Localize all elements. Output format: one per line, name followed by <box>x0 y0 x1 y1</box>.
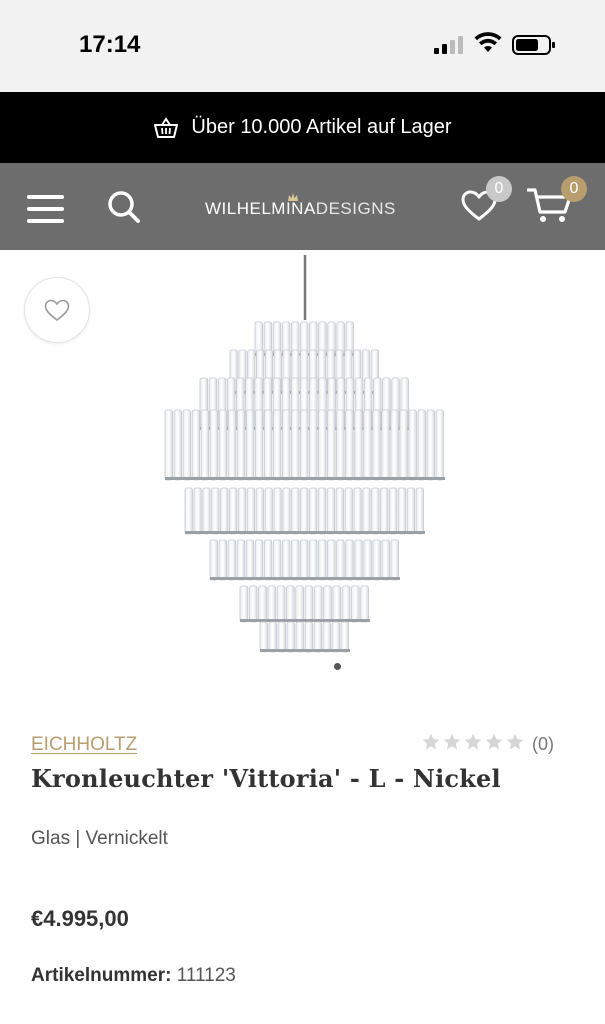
battery-icon <box>512 35 555 55</box>
star-icon <box>422 733 440 749</box>
product-material: Glas | Vernickelt <box>31 828 168 849</box>
search-icon[interactable] <box>107 190 141 224</box>
cart-count-badge: 0 <box>561 176 587 202</box>
wishlist-count-badge: 0 <box>486 176 512 202</box>
promo-banner: Über 10.000 Artikel auf Lager <box>0 92 605 163</box>
cellular-signal-icon <box>434 36 463 54</box>
basket-icon <box>154 116 179 138</box>
rating-stars[interactable]: (0) <box>421 733 554 755</box>
star-icon <box>443 733 461 749</box>
promo-text: Über 10.000 Artikel auf Lager <box>191 116 452 138</box>
site-logo[interactable]: WILHELMINADESIGNS <box>205 199 396 219</box>
rating-count: (0) <box>532 733 554 754</box>
product-sku: Artikelnummer: 111123 <box>31 965 236 987</box>
star-icon <box>485 733 503 749</box>
add-to-wishlist-button[interactable] <box>24 277 90 343</box>
logo-part1: WILHELMINA <box>205 199 316 218</box>
heart-outline-icon <box>44 299 70 321</box>
logo-part2: DESIGNS <box>315 199 396 218</box>
product-image[interactable] <box>135 250 475 670</box>
product-price: €4.995,00 <box>31 906 129 931</box>
status-time: 17:14 <box>79 31 141 58</box>
carousel-indicator[interactable] <box>334 663 341 670</box>
star-icon <box>464 733 482 749</box>
brand-link[interactable]: EICHHOLTZ <box>31 734 137 756</box>
wifi-icon <box>474 32 502 52</box>
menu-icon[interactable] <box>27 195 64 223</box>
sku-value: 111123 <box>176 965 236 986</box>
sku-label: Artikelnummer: <box>31 965 172 986</box>
crown-icon <box>288 193 298 201</box>
star-icons <box>421 732 526 757</box>
star-icon <box>506 733 524 749</box>
product-title: Kronleuchter 'Vittoria' - L - Nickel <box>31 764 501 793</box>
